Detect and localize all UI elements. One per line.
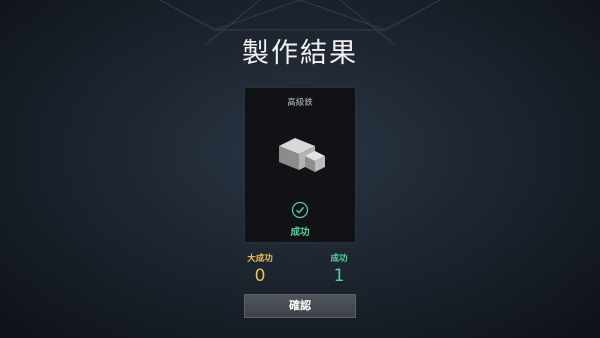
page-title: 製作結果	[242, 38, 358, 69]
iron-ingot-icon	[279, 138, 325, 172]
confirm-button[interactable]: 確認	[244, 294, 356, 318]
item-name: 高級鉄	[287, 98, 313, 108]
success-count: 1	[333, 266, 345, 286]
success-stat: 成功 1	[309, 253, 369, 286]
great-success-label: 大成功	[247, 254, 273, 264]
great-success-count: 0	[254, 266, 266, 286]
great-success-stat: 大成功 0	[230, 253, 290, 286]
crafted-item-card: 高級鉄 成功	[244, 87, 356, 243]
success-label: 成功	[330, 254, 348, 264]
check-icon	[291, 201, 309, 219]
craft-result-label: 成功	[290, 227, 310, 238]
